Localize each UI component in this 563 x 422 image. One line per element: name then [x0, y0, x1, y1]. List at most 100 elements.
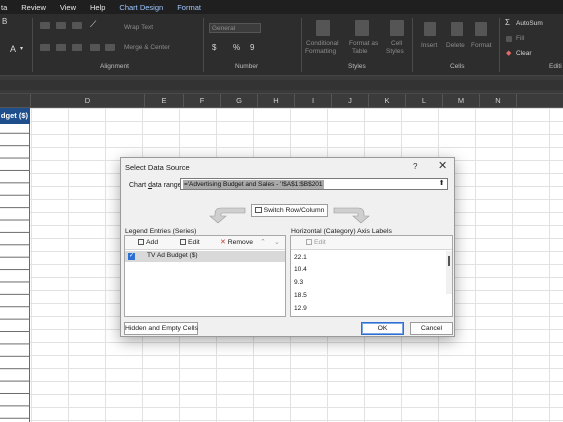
conditional-formatting-icon[interactable] [316, 20, 330, 36]
bold-fragment-icon[interactable]: B [2, 17, 7, 26]
axis-label-item[interactable]: 22.1 [294, 254, 307, 261]
fill-button[interactable]: Fill [516, 35, 524, 42]
switch-row-column-button[interactable]: Switch Row/Column [251, 204, 328, 217]
orientation-icon[interactable]: ⟋ [90, 19, 96, 30]
menu-review[interactable]: Review [14, 3, 53, 12]
cell-styles-icon[interactable] [390, 20, 404, 36]
chevron-down-icon[interactable]: ▾ [20, 45, 23, 52]
eraser-icon[interactable]: ◆ [506, 49, 511, 57]
cell-styles-label-2[interactable]: Styles [386, 48, 404, 55]
axis-labels-header: Horizontal (Category) Axis Labels [291, 228, 392, 235]
format-as-table-label-1[interactable]: Format as [349, 40, 378, 47]
menu-data[interactable]: ta [0, 3, 14, 12]
column-header-l[interactable]: L [406, 94, 443, 108]
wrap-text-button[interactable]: Wrap Text [124, 24, 153, 31]
help-button[interactable]: ? [413, 162, 417, 171]
series-checkbox[interactable]: ✓ [128, 253, 135, 260]
insert-button[interactable]: Insert [421, 42, 437, 49]
cells-group-label: Cells [450, 63, 465, 70]
align-top-icon[interactable] [40, 22, 50, 29]
number-group-label: Number [235, 63, 259, 70]
align-middle-icon[interactable] [56, 22, 66, 29]
add-series-button[interactable]: Add [138, 238, 158, 247]
comma-button[interactable]: 9 [250, 43, 254, 52]
axis-label-item[interactable]: 9.3 [294, 279, 303, 286]
align-right-icon[interactable] [72, 44, 82, 51]
axis-label-item[interactable]: 10.4 [294, 266, 307, 273]
column-header-m[interactable]: M [443, 94, 480, 108]
axis-toolbar: Edit [291, 236, 452, 250]
right-arrow-icon [333, 207, 370, 224]
menu-bar: ta Review View Help Chart Design Format [0, 0, 563, 14]
hidden-empty-cells-button[interactable]: Hidden and Empty Cells [124, 322, 198, 335]
edit-axis-button[interactable]: Edit [306, 238, 326, 247]
edit-series-label: Edit [188, 239, 200, 246]
conditional-formatting-label-2[interactable]: Formatting [305, 48, 336, 55]
column-c-cells[interactable] [0, 108, 30, 422]
column-header-h[interactable]: H [258, 94, 295, 108]
align-left-icon[interactable] [40, 44, 50, 51]
merge-center-button[interactable]: Merge & Center [124, 44, 170, 51]
edit-axis-label: Edit [314, 239, 326, 246]
editing-group-label: Editi [549, 63, 562, 70]
autosum-icon[interactable]: Σ [505, 18, 510, 27]
column-header-c[interactable] [0, 94, 31, 108]
column-header-f[interactable]: F [184, 94, 221, 108]
column-header-g[interactable]: G [221, 94, 258, 108]
format-icon[interactable] [475, 22, 487, 36]
clear-button[interactable]: Clear [516, 50, 532, 57]
format-button[interactable]: Format [471, 42, 492, 49]
column-header-d[interactable]: D [31, 94, 145, 108]
remove-series-label: Remove [227, 239, 254, 246]
legend-entries-panel: Add Edit ✕ Remove ⌃ ⌄ ✓ TV Ad Budget ($) [124, 235, 286, 317]
scrollbar-thumb[interactable] [448, 256, 450, 266]
left-arrow-icon [209, 207, 246, 224]
column-header-j[interactable]: J [332, 94, 369, 108]
format-as-table-icon[interactable] [355, 20, 369, 36]
menu-view[interactable]: View [53, 3, 83, 12]
add-series-label: Add [146, 239, 159, 246]
currency-button[interactable]: $ [212, 43, 216, 52]
percent-button[interactable]: % [233, 43, 240, 52]
close-icon[interactable]: ✕ [438, 160, 447, 172]
edit-series-button[interactable]: Edit [180, 238, 200, 247]
axis-scrollbar[interactable] [446, 251, 452, 294]
move-down-icon[interactable]: ⌄ [274, 238, 280, 247]
menu-help[interactable]: Help [83, 3, 112, 12]
delete-icon[interactable] [451, 22, 463, 36]
delete-button[interactable]: Delete [446, 42, 465, 49]
conditional-formatting-label-1[interactable]: Conditional [306, 40, 339, 47]
select-data-source-dialog: Select Data Source ? ✕ Chart data range:… [120, 157, 455, 337]
chart-range-input[interactable]: ='Advertising Budget and Sales - '!$A$1:… [180, 178, 448, 190]
column-header-n[interactable]: N [480, 94, 517, 108]
align-center-icon[interactable] [56, 44, 66, 51]
ok-button[interactable]: OK [361, 322, 404, 335]
column-header-i[interactable]: I [295, 94, 332, 108]
collapse-dialog-icon[interactable]: ⬆ [437, 179, 446, 189]
align-bottom-icon[interactable] [72, 22, 82, 29]
menu-chart-design[interactable]: Chart Design [112, 3, 170, 12]
format-as-table-label-2[interactable]: Table [352, 48, 368, 55]
column-header-k[interactable]: K [369, 94, 406, 108]
chart-range-value: ='Advertising Budget and Sales - '!$A$1:… [183, 180, 324, 189]
axis-label-item[interactable]: 12.9 [294, 305, 307, 312]
outdent-icon[interactable] [105, 44, 115, 51]
cancel-button[interactable]: Cancel [410, 322, 453, 335]
series-row[interactable]: ✓ TV Ad Budget ($) [125, 251, 285, 262]
formula-bar[interactable] [0, 76, 563, 94]
move-up-icon[interactable]: ⌃ [260, 238, 266, 247]
insert-icon[interactable] [424, 22, 436, 36]
menu-format[interactable]: Format [170, 3, 208, 12]
budget-header-cell[interactable]: dget ($) [0, 108, 30, 124]
number-format-select[interactable]: General [209, 23, 261, 33]
edit-icon [180, 239, 186, 245]
remove-icon: ✕ [220, 239, 226, 246]
autosum-button[interactable]: AutoSum [516, 20, 543, 27]
remove-series-button[interactable]: ✕ Remove [220, 238, 253, 247]
cell-styles-label-1[interactable]: Cell [391, 40, 402, 47]
column-header-e[interactable]: E [145, 94, 184, 108]
font-color-icon[interactable]: A [10, 44, 16, 54]
axis-label-item[interactable]: 18.5 [294, 292, 307, 299]
fill-icon[interactable] [506, 36, 512, 42]
indent-icon[interactable] [90, 44, 100, 51]
